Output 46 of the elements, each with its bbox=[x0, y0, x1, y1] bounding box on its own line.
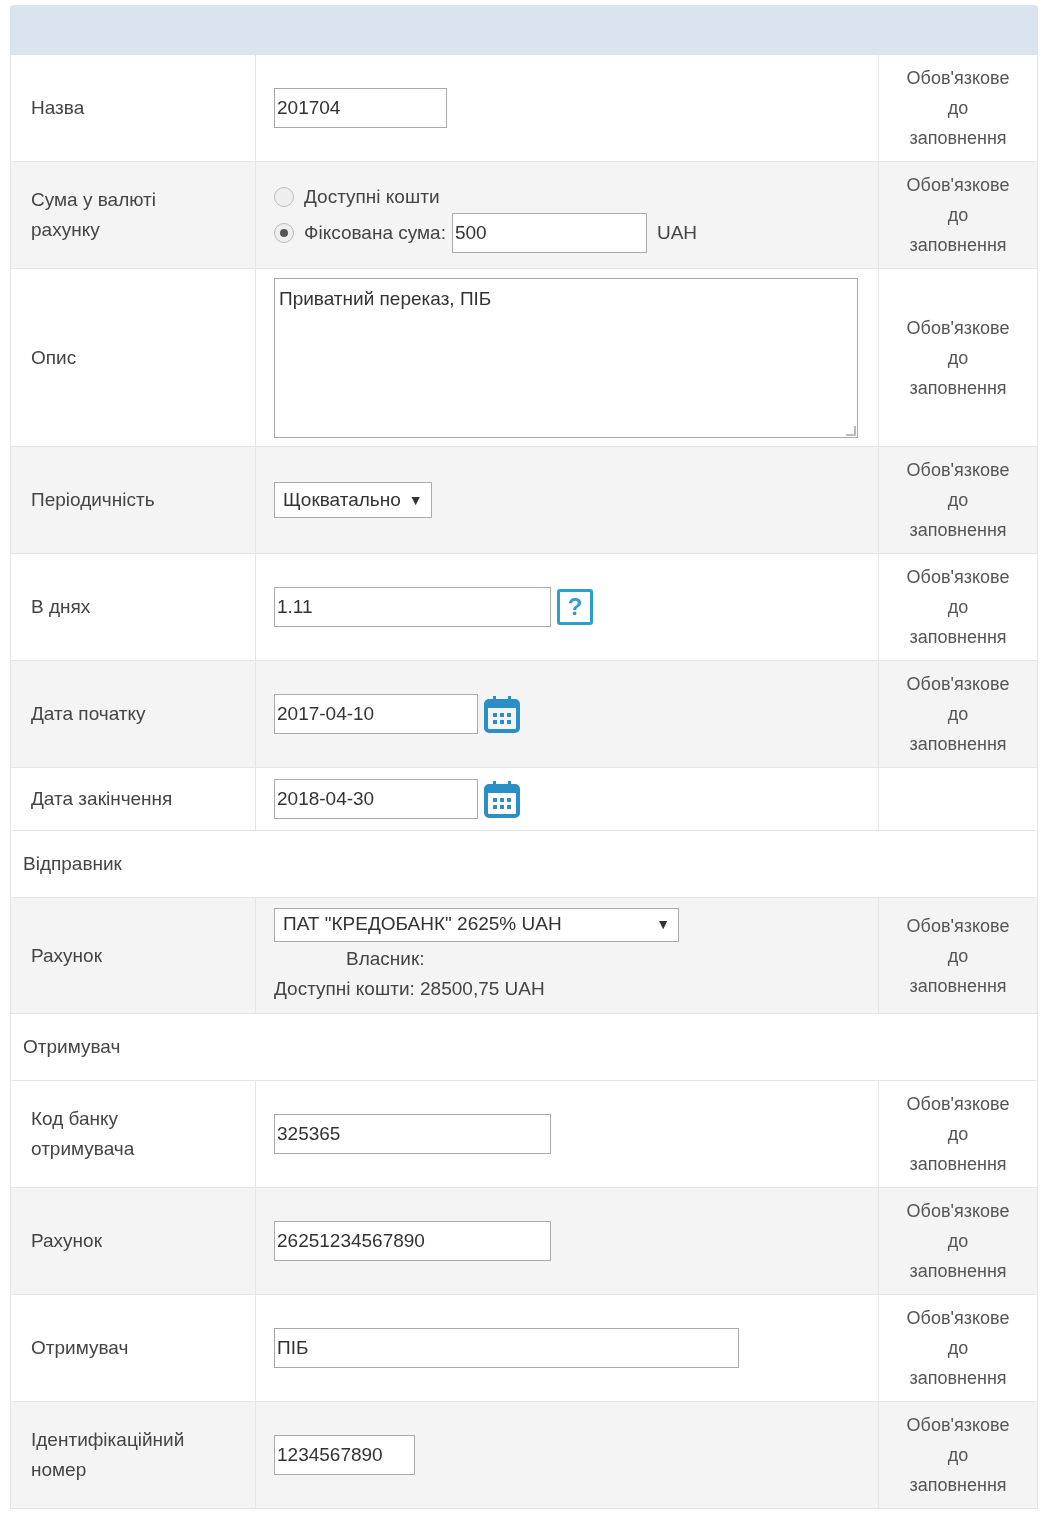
required-note: Обов'язкове до заповнення bbox=[905, 316, 1011, 400]
field-label: В днях bbox=[31, 595, 91, 619]
required-note: Обов'язкове до заповнення bbox=[905, 174, 1011, 257]
radio-label: Фіксована сума: bbox=[304, 220, 446, 245]
input-field[interactable]: 500 bbox=[451, 213, 647, 253]
field-label: Опис bbox=[31, 345, 77, 370]
text-area[interactable]: Приватний переказ, ПІБ bbox=[274, 277, 858, 438]
input-field[interactable]: 201704 bbox=[274, 88, 447, 128]
field-label: Ідентифікаційний номер bbox=[31, 1428, 186, 1482]
input-field[interactable]: 1.11 bbox=[274, 587, 551, 627]
field-label: Назва bbox=[31, 96, 85, 120]
field-label: Сума у валюті рахунку bbox=[31, 188, 157, 242]
field-label: Рахунок bbox=[31, 1229, 102, 1253]
required-note: Обов'язкове до заповнення bbox=[905, 1307, 1011, 1390]
section-title: Отримувач bbox=[23, 1034, 121, 1059]
calendar-icon[interactable] bbox=[484, 780, 520, 818]
field-label: Дата закінчення bbox=[31, 787, 173, 811]
input-field[interactable]: 26251234567890 bbox=[274, 1221, 551, 1261]
field-label: Код банку отримувача bbox=[31, 1107, 136, 1161]
required-note: Обов'язкове до заповнення bbox=[905, 1414, 1011, 1497]
dropdown[interactable]: Щокватально ▼ bbox=[274, 482, 432, 518]
required-note: Обов'язкове до заповнення bbox=[905, 1093, 1011, 1176]
field-label: Рахунок bbox=[31, 943, 102, 968]
required-note: Обов'язкове до заповнення bbox=[905, 67, 1011, 150]
input-field[interactable]: 325365 bbox=[274, 1114, 551, 1154]
input-field[interactable]: 2018-04-30 bbox=[274, 779, 478, 819]
radio-label: Доступні кошти bbox=[304, 184, 440, 209]
input-field[interactable]: 2017-04-10 bbox=[274, 694, 478, 734]
field-label: Отримувач bbox=[31, 1336, 129, 1360]
available-funds: Доступні кошти: 28500,75 UAH bbox=[274, 976, 546, 1001]
currency-label: UAH bbox=[656, 220, 698, 245]
required-note: Обов'язкове до заповнення bbox=[905, 673, 1011, 756]
required-note: Обов'язкове до заповнення bbox=[905, 1200, 1011, 1283]
required-note: Обов'язкове до заповнення bbox=[905, 914, 1011, 998]
field-label: Дата початку bbox=[31, 702, 146, 726]
section-title: Відправник bbox=[23, 851, 122, 876]
required-note: Обов'язкове до заповнення bbox=[905, 566, 1011, 649]
field-label: Періодичність bbox=[31, 488, 155, 512]
radio-button[interactable] bbox=[274, 223, 294, 243]
dropdown[interactable]: ПАТ "КРЕДОБАНК" 2625% UAH ▼ bbox=[274, 907, 679, 942]
input-field[interactable]: 1234567890 bbox=[274, 1435, 415, 1475]
required-note: Обов'язкове до заповнення bbox=[905, 459, 1011, 542]
radio-button[interactable] bbox=[274, 187, 294, 207]
owner-label: Власник: bbox=[345, 946, 426, 971]
input-field[interactable]: ПІБ bbox=[274, 1328, 739, 1368]
calendar-icon[interactable] bbox=[484, 695, 520, 733]
